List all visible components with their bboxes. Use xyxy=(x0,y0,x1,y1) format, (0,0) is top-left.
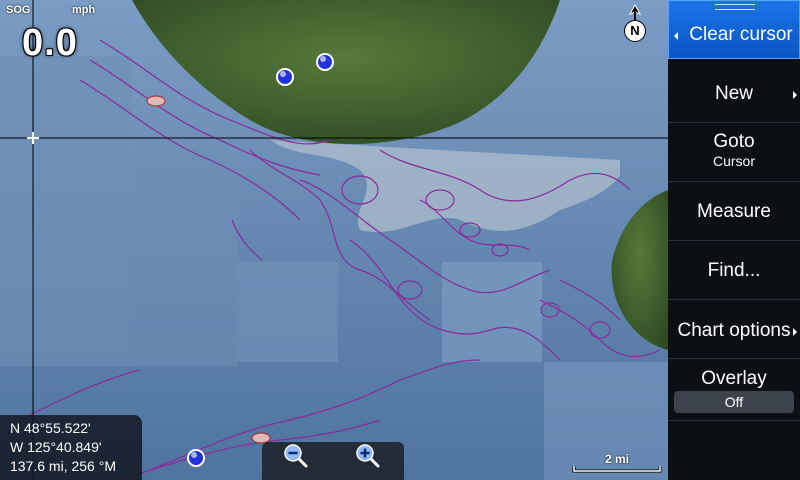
zoom-out-icon[interactable] xyxy=(282,442,310,470)
zoom-controls xyxy=(262,442,404,480)
chart-tile xyxy=(0,56,132,366)
waypoint-icon[interactable] xyxy=(187,449,205,467)
longitude-text: W 125°40.849' xyxy=(10,439,102,455)
submenu-arrow-icon xyxy=(793,91,797,99)
north-indicator[interactable]: N xyxy=(624,4,646,42)
sog-readout: SOG mph 0.0 xyxy=(6,4,96,64)
obstruction-icon xyxy=(146,95,166,107)
scale-bar-line xyxy=(572,466,662,473)
submenu-arrow-icon xyxy=(793,328,797,336)
cursor-position-box: N 48°55.522' W 125°40.849' 137.6 mi, 256… xyxy=(0,415,142,480)
chart-tile xyxy=(132,158,238,366)
waypoint-icon[interactable] xyxy=(276,68,294,86)
clear-cursor-button[interactable]: Clear cursor xyxy=(668,0,800,59)
menu-grip-icon xyxy=(715,4,755,10)
north-label: N xyxy=(624,20,646,42)
latitude-text: N 48°55.522' xyxy=(10,420,91,436)
sog-label: SOG xyxy=(6,4,31,16)
waypoint-icon[interactable] xyxy=(316,53,334,71)
scale-bar: 2 mi xyxy=(572,452,662,474)
chart-tile xyxy=(442,262,542,362)
measure-label: Measure xyxy=(697,201,771,222)
chart-tile xyxy=(238,262,338,362)
chart-canvas[interactable] xyxy=(0,0,668,480)
chart-options-label: Chart options xyxy=(677,320,791,341)
back-arrow-icon xyxy=(674,32,678,40)
overlay-label: Overlay xyxy=(701,368,767,389)
range-bearing-text: 137.6 mi, 256 °M xyxy=(10,458,116,474)
overlay-button[interactable]: Overlay Off xyxy=(668,359,800,421)
goto-label: Goto xyxy=(713,131,755,152)
sog-value: 0.0 xyxy=(22,22,78,64)
overlay-toggle[interactable]: Off xyxy=(674,391,794,413)
goto-cursor-button[interactable]: Goto Cursor xyxy=(668,123,800,182)
chart-options-button[interactable]: Chart options xyxy=(668,300,800,359)
sog-unit: mph xyxy=(72,4,96,16)
context-menu: Clear cursor New Goto Cursor Measure Fin… xyxy=(668,0,800,480)
new-label: New xyxy=(714,83,753,104)
find-button[interactable]: Find... xyxy=(668,241,800,300)
zoom-in-icon[interactable] xyxy=(354,442,382,470)
new-button[interactable]: New xyxy=(668,64,800,123)
measure-button[interactable]: Measure xyxy=(668,182,800,241)
chart-map[interactable]: SOG mph 0.0 N N 48°55.522' W 125°40.849'… xyxy=(0,0,668,480)
find-label: Find... xyxy=(707,260,761,281)
goto-sub-label: Cursor xyxy=(712,153,755,169)
